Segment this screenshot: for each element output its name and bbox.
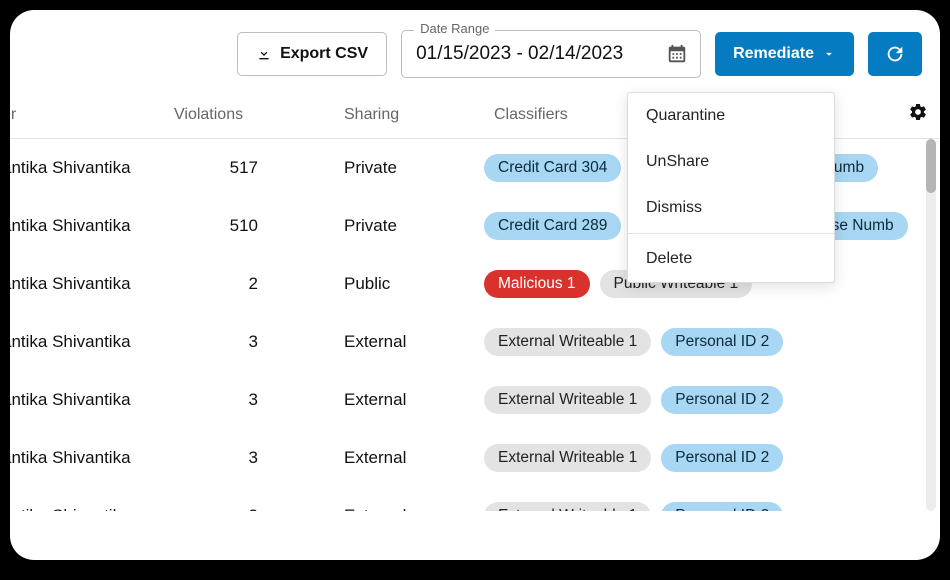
- column-sharing[interactable]: Sharing: [304, 106, 484, 124]
- classifier-pill[interactable]: Personal ID 2: [661, 328, 783, 356]
- download-icon: [256, 46, 272, 62]
- cell-classifiers: External Writeable 1 Personal ID 2: [484, 386, 940, 414]
- classifier-pill[interactable]: External Writeable 1: [484, 386, 651, 414]
- cell-violations: 3: [174, 332, 304, 352]
- classifier-pill[interactable]: External Writeable 1: [484, 328, 651, 356]
- export-csv-label: Export CSV: [280, 45, 368, 63]
- cell-violations: 3: [174, 506, 304, 511]
- remediate-menu-unshare[interactable]: UnShare: [628, 139, 834, 185]
- cell-sharing: External: [304, 506, 484, 511]
- cell-violations: 3: [174, 390, 304, 410]
- date-range-label: Date Range: [414, 21, 495, 36]
- cell-sharing: External: [304, 390, 484, 410]
- cell-violations: 517: [174, 158, 304, 178]
- remediate-menu-quarantine[interactable]: Quarantine: [628, 93, 834, 139]
- remediate-menu: Quarantine UnShare Dismiss Delete: [627, 92, 835, 283]
- remediate-menu-delete[interactable]: Delete: [628, 236, 834, 282]
- table-row[interactable]: antika Shivantika3ExternalExternal Write…: [10, 313, 940, 371]
- classifier-pill[interactable]: Malicious 1: [484, 270, 590, 298]
- column-owner[interactable]: er: [10, 106, 174, 124]
- gear-icon: [908, 102, 928, 122]
- toolbar: Export CSV Date Range 01/15/2023 - 02/14…: [10, 10, 940, 96]
- app-card: Export CSV Date Range 01/15/2023 - 02/14…: [10, 10, 940, 560]
- cell-sharing: External: [304, 448, 484, 468]
- cell-violations: 2: [174, 274, 304, 294]
- classifier-pill[interactable]: External Writeable 1: [484, 502, 651, 511]
- classifier-pill[interactable]: Personal ID 2: [661, 386, 783, 414]
- classifier-pill[interactable]: Credit Card 289: [484, 212, 621, 240]
- date-range-value: 01/15/2023 - 02/14/2023: [416, 43, 623, 65]
- table-row[interactable]: antika Shivantika3ExternalExternal Write…: [10, 487, 940, 511]
- cell-classifiers: External Writeable 1 Personal ID 2: [484, 502, 940, 511]
- table-settings-button[interactable]: [908, 102, 928, 122]
- cell-violations: 510: [174, 216, 304, 236]
- export-csv-button[interactable]: Export CSV: [237, 32, 387, 76]
- cell-owner: antika Shivantika: [10, 274, 174, 294]
- cell-classifiers: External Writeable 1 Personal ID 2: [484, 328, 940, 356]
- remediate-button[interactable]: Remediate: [715, 32, 854, 76]
- cell-sharing: Private: [304, 158, 484, 178]
- table-row[interactable]: antika Shivantika3ExternalExternal Write…: [10, 429, 940, 487]
- refresh-button[interactable]: [868, 32, 922, 76]
- classifier-pill[interactable]: Credit Card 304: [484, 154, 621, 182]
- cell-sharing: Private: [304, 216, 484, 236]
- cell-owner: antika Shivantika: [10, 506, 174, 511]
- cell-violations: 3: [174, 448, 304, 468]
- cell-owner: antika Shivantika: [10, 448, 174, 468]
- cell-owner: antika Shivantika: [10, 332, 174, 352]
- remediate-menu-dismiss[interactable]: Dismiss: [628, 185, 834, 231]
- cell-sharing: External: [304, 332, 484, 352]
- date-range-field[interactable]: Date Range 01/15/2023 - 02/14/2023: [401, 30, 701, 78]
- scrollbar-thumb[interactable]: [926, 139, 936, 193]
- table-row[interactable]: antika Shivantika3ExternalExternal Write…: [10, 371, 940, 429]
- classifier-pill[interactable]: External Writeable 1: [484, 444, 651, 472]
- classifier-pill[interactable]: Personal ID 2: [661, 502, 783, 511]
- cell-sharing: Public: [304, 274, 484, 294]
- column-violations[interactable]: Violations: [174, 106, 304, 124]
- cell-owner: antika Shivantika: [10, 158, 174, 178]
- refresh-icon: [884, 43, 906, 65]
- cell-classifiers: External Writeable 1 Personal ID 2: [484, 444, 940, 472]
- scrollbar[interactable]: [926, 139, 936, 511]
- chevron-down-icon: [822, 47, 836, 61]
- menu-separator: [628, 233, 834, 234]
- remediate-label: Remediate: [733, 45, 814, 63]
- classifier-pill[interactable]: Personal ID 2: [661, 444, 783, 472]
- cell-owner: antika Shivantika: [10, 216, 174, 236]
- calendar-icon: [666, 43, 688, 65]
- cell-owner: antika Shivantika: [10, 390, 174, 410]
